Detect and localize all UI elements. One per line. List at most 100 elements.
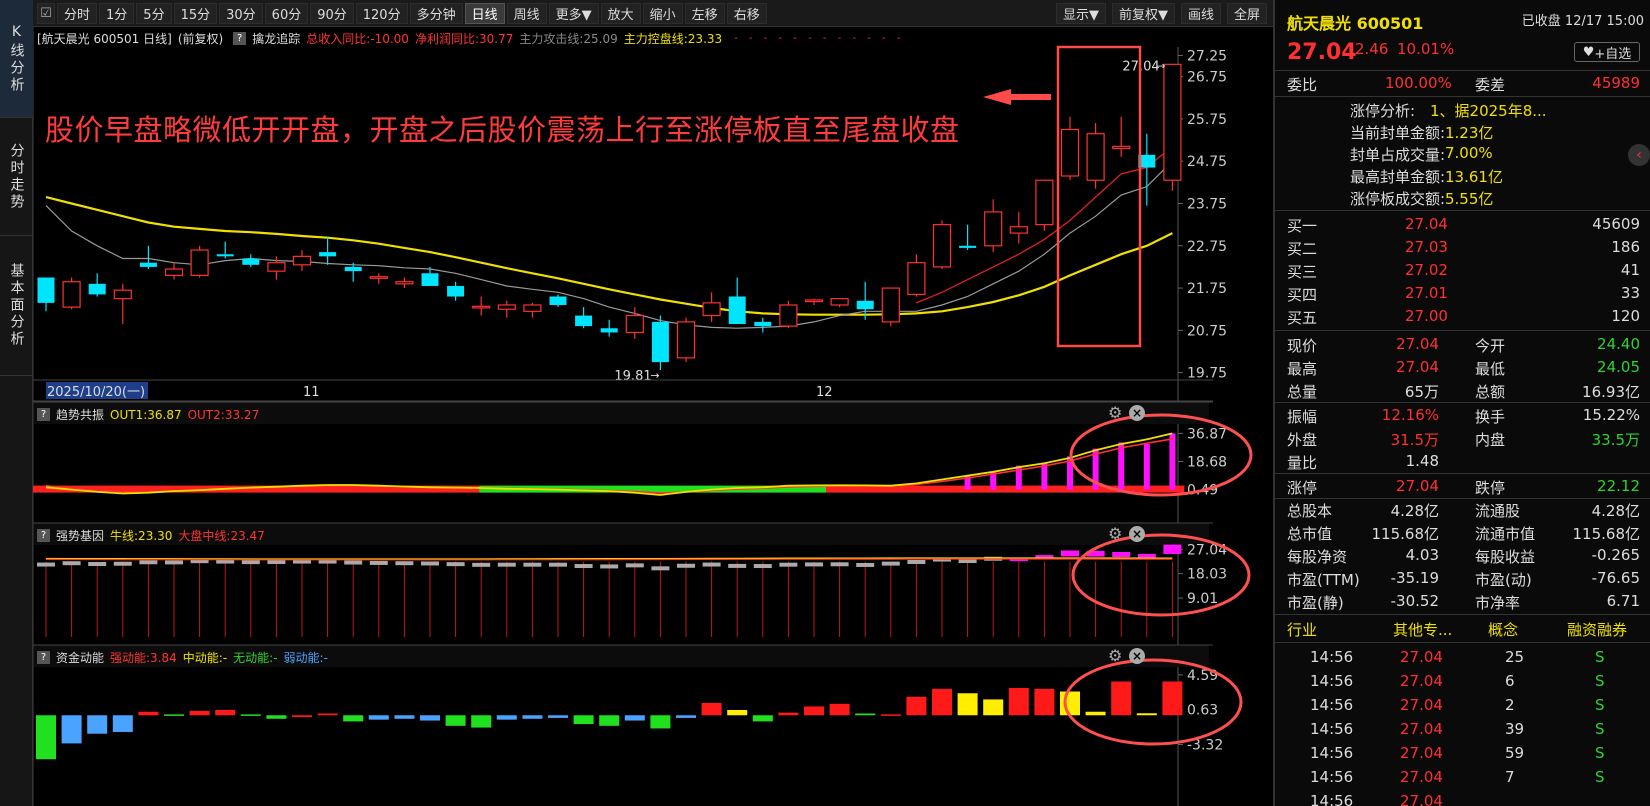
period-button-4[interactable]: 30分 — [219, 2, 263, 24]
panel-metric: 弱动能:- — [283, 651, 328, 665]
panel-help-icon[interactable]: ? — [37, 529, 50, 542]
candle[interactable] — [830, 298, 849, 308]
candle[interactable] — [447, 281, 465, 301]
period-button-0[interactable]: 分时 — [57, 2, 98, 24]
period-button-10[interactable]: 周线 — [506, 2, 547, 24]
candle[interactable] — [113, 283, 132, 325]
candle[interactable] — [804, 298, 824, 305]
candle[interactable] — [62, 277, 81, 310]
candle[interactable] — [676, 317, 696, 363]
period-button-2[interactable]: 5分 — [136, 2, 172, 24]
panel-tick-label: 18.03 — [1187, 567, 1227, 583]
view-button-1[interactable]: 前复权▼ — [1111, 2, 1175, 24]
period-button-8[interactable]: 多分钟 — [409, 2, 463, 24]
candle[interactable] — [139, 245, 157, 270]
candle[interactable] — [651, 315, 669, 371]
candle-body-up — [881, 287, 900, 323]
period-button-11[interactable]: 更多▼ — [548, 2, 599, 24]
candle[interactable] — [1009, 211, 1028, 244]
stat-label: 涨停 — [1287, 479, 1318, 497]
panel-close-icon[interactable]: × — [1129, 648, 1145, 664]
candle[interactable] — [907, 254, 926, 297]
gene-dash — [805, 562, 823, 567]
candle[interactable] — [1086, 123, 1105, 189]
candle[interactable] — [319, 237, 337, 265]
toolbar-checkbox[interactable]: ☑ — [37, 2, 55, 24]
candle[interactable] — [1163, 63, 1182, 191]
panel-divider — [1275, 402, 1650, 403]
price-tick-label: 21.75 — [1187, 281, 1227, 297]
candle[interactable] — [575, 307, 593, 329]
info-tab-1[interactable]: 其他专... — [1393, 619, 1452, 640]
candle[interactable] — [959, 224, 977, 251]
candle[interactable] — [497, 300, 516, 318]
candle[interactable] — [164, 262, 184, 280]
panel-title[interactable]: 趋势共振 — [56, 406, 104, 423]
period-button-14[interactable]: 左移 — [684, 2, 725, 24]
stat-label: 流通市值 — [1475, 525, 1536, 543]
period-button-1[interactable]: 1分 — [99, 2, 135, 24]
panel-title[interactable]: 资金动能 — [56, 649, 104, 666]
ma-yellow-line — [45, 196, 1173, 316]
panel-settings-icon[interactable]: ⚙ — [1108, 403, 1122, 422]
gene-dash — [702, 562, 721, 567]
period-button-15[interactable]: 右移 — [726, 2, 767, 24]
panel-close-icon[interactable]: × — [1129, 405, 1145, 421]
trade-direction: S — [1595, 744, 1605, 762]
candle[interactable] — [728, 277, 746, 325]
candle[interactable] — [1060, 116, 1080, 181]
candle[interactable] — [600, 319, 618, 337]
period-button-5[interactable]: 60分 — [264, 2, 309, 24]
period-button-12[interactable]: 放大 — [600, 2, 641, 24]
candle[interactable] — [779, 300, 798, 329]
candle-body-up — [472, 305, 491, 309]
panel-help-icon[interactable]: ? — [37, 651, 50, 664]
candle[interactable] — [395, 277, 414, 289]
momentum-bar — [855, 713, 876, 716]
left-tab-1[interactable]: 分时走势 — [0, 118, 33, 236]
candle-body-up — [1086, 133, 1105, 181]
add-watchlist-button[interactable]: ♥ +自选 — [1574, 42, 1640, 62]
candle[interactable] — [37, 277, 55, 312]
info-tab-3[interactable]: 融资融券 — [1567, 619, 1627, 640]
left-tab-0[interactable]: K线分析 — [0, 0, 33, 118]
candle[interactable] — [88, 273, 106, 297]
period-button-7[interactable]: 120分 — [355, 2, 408, 24]
info-tab-2[interactable]: 概念 — [1488, 619, 1518, 640]
left-tab-2[interactable]: 基本面分析 — [0, 236, 33, 376]
panel-close-icon[interactable]: × — [1129, 526, 1145, 542]
period-button-6[interactable]: 90分 — [310, 2, 354, 24]
stat-label: 总市值 — [1287, 525, 1333, 543]
candle[interactable] — [369, 273, 388, 284]
candle[interactable] — [1035, 179, 1054, 231]
info-tab-0[interactable]: 行业 — [1287, 619, 1317, 640]
candle[interactable] — [472, 296, 491, 316]
candle[interactable] — [754, 317, 772, 333]
view-button-3[interactable]: 全屏 — [1226, 2, 1267, 24]
view-button-2[interactable]: 画线 — [1180, 2, 1221, 24]
panel-settings-icon[interactable]: ⚙ — [1108, 524, 1122, 543]
candle[interactable] — [242, 254, 260, 267]
candle[interactable] — [523, 302, 542, 318]
period-button-9[interactable]: 日线 — [464, 2, 505, 24]
period-button-13[interactable]: 缩小 — [642, 2, 683, 24]
panel-help-icon[interactable]: ? — [37, 408, 50, 421]
price-tick-label: 23.75 — [1187, 196, 1227, 212]
period-button-3[interactable]: 15分 — [173, 2, 218, 24]
candle[interactable] — [216, 241, 234, 259]
candle[interactable] — [1112, 116, 1131, 157]
candle[interactable] — [292, 250, 312, 272]
panel-settings-icon[interactable]: ⚙ — [1108, 646, 1122, 665]
collapse-icon[interactable]: ‹ — [1628, 144, 1650, 166]
candle[interactable] — [549, 294, 567, 308]
trade-price: 27.04 — [1400, 744, 1443, 762]
view-button-0[interactable]: 显示▼ — [1055, 2, 1106, 24]
panel-title[interactable]: 强势基因 — [56, 527, 104, 544]
candle[interactable] — [984, 199, 1003, 253]
order-diff-value: 45989 — [1592, 74, 1640, 92]
panel-metric: 大盘中线:23.47 — [178, 529, 265, 543]
candle[interactable] — [190, 245, 209, 278]
candle[interactable] — [932, 220, 952, 270]
candle[interactable] — [702, 292, 721, 322]
candle[interactable] — [881, 287, 900, 327]
